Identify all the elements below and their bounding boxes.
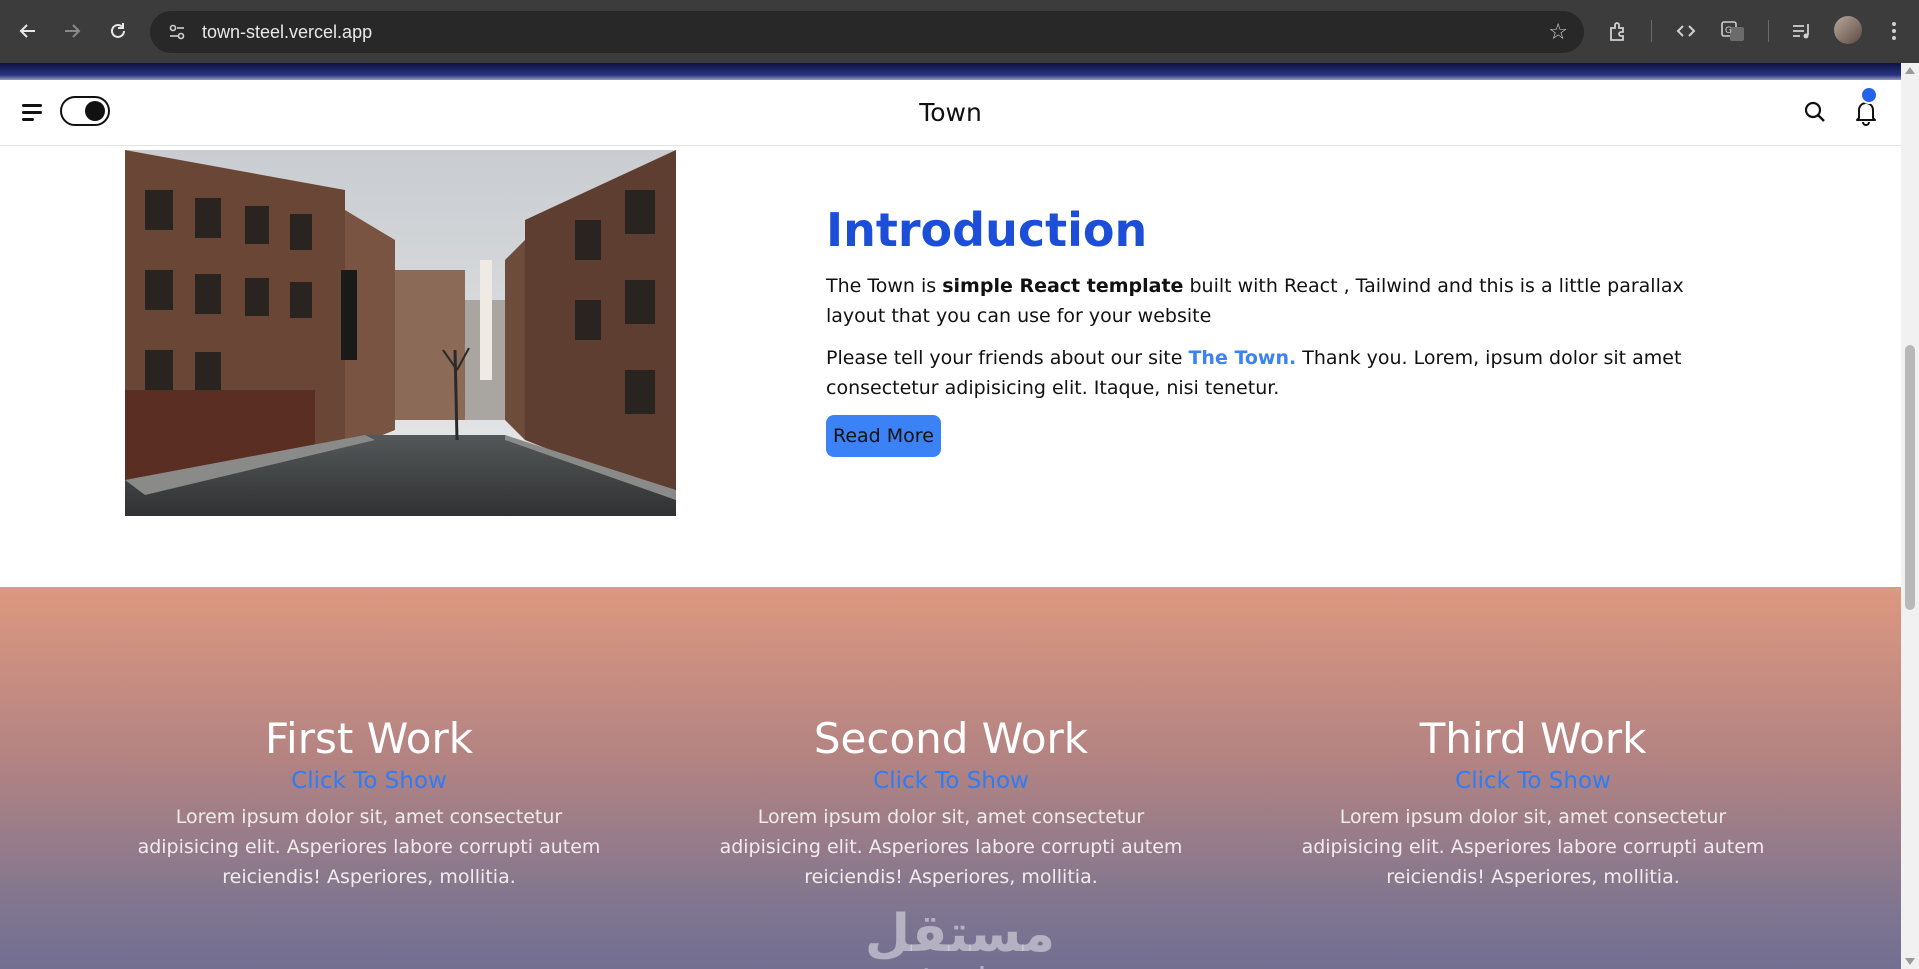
toolbar-separator [1768, 20, 1769, 42]
click-to-show-link[interactable]: Click To Show [129, 766, 609, 796]
read-more-button[interactable]: Read More [826, 415, 941, 457]
click-to-show-link[interactable]: Click To Show [711, 766, 1191, 796]
intro-bold-text: simple React template [942, 275, 1184, 297]
mostaql-watermark: مستقل mostaql.com [840, 907, 1080, 969]
page-viewport: Town Introduction The Town is simple Rea… [0, 63, 1901, 969]
forward-icon[interactable] [54, 13, 90, 49]
scroll-up-arrow-icon[interactable] [1905, 67, 1915, 74]
work-description: Lorem ipsum dolor sit, amet consectetur … [719, 806, 1183, 888]
browser-toolbar: town-steel.vercel.app ☆ G [0, 0, 1919, 63]
media-icon[interactable] [1785, 14, 1819, 48]
work-card-second: Second Work Click To Show Lorem ipsum do… [711, 714, 1191, 892]
work-title: First Work [264, 714, 474, 763]
app-navbar: Town [0, 80, 1901, 146]
town-street-image [125, 150, 676, 516]
the-town-link[interactable]: The Town. [1188, 347, 1296, 369]
works-section: First Work Click To Show Lorem ipsum dol… [0, 587, 1901, 969]
click-to-show-link[interactable]: Click To Show [1293, 766, 1773, 796]
intro-text: Please tell your friends about our site [826, 347, 1189, 369]
work-title: Second Work [813, 714, 1089, 763]
work-description: Lorem ipsum dolor sit, amet consectetur … [137, 806, 601, 888]
profile-avatar[interactable] [1834, 16, 1862, 44]
address-bar[interactable]: town-steel.vercel.app ☆ [150, 11, 1584, 53]
site-settings-icon[interactable] [166, 21, 188, 43]
page-scrollbar[interactable] [1901, 63, 1919, 969]
extensions-icon[interactable] [1601, 14, 1635, 48]
watermark-latin: mostaql.com [840, 961, 1080, 969]
intro-paragraph-2: Please tell your friends about our site … [826, 343, 1736, 403]
more-icon[interactable] [1877, 14, 1911, 48]
work-description: Lorem ipsum dolor sit, amet consectetur … [1301, 806, 1765, 888]
scroll-thumb[interactable] [1905, 345, 1915, 610]
intro-paragraph-1: The Town is simple React template built … [826, 271, 1736, 331]
scroll-down-arrow-icon[interactable] [1905, 958, 1915, 965]
search-icon[interactable] [1803, 100, 1827, 124]
work-card-first: First Work Click To Show Lorem ipsum dol… [129, 714, 609, 892]
url-text[interactable]: town-steel.vercel.app [202, 22, 372, 43]
devtools-icon[interactable] [1669, 14, 1703, 48]
svg-text:G: G [1725, 26, 1732, 36]
reload-icon[interactable] [100, 13, 136, 49]
bookmark-star-icon[interactable]: ☆ [1548, 20, 1568, 45]
work-card-third: Third Work Click To Show Lorem ipsum dol… [1293, 714, 1773, 892]
back-icon[interactable] [10, 13, 46, 49]
toolbar-separator [1651, 20, 1652, 42]
intro-text: The Town is [826, 275, 943, 297]
intro-title: Introduction [826, 203, 1148, 257]
notification-badge [1860, 86, 1878, 104]
translate-icon[interactable]: G [1716, 14, 1750, 48]
intro-section: Introduction The Town is simple React te… [826, 203, 1736, 457]
work-title: Third Work [1419, 714, 1647, 763]
watermark-arabic: مستقل [864, 904, 1056, 964]
brand-title: Town [919, 98, 982, 127]
